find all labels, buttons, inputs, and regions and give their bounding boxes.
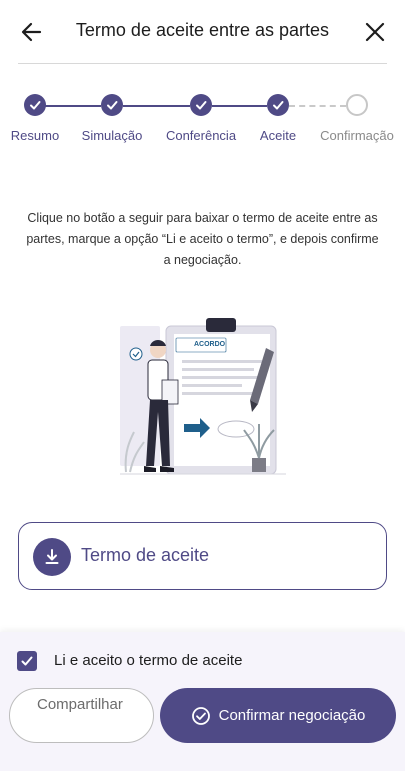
bottom-action-panel: Li e aceito o termo de aceite Compartilh… (0, 632, 405, 771)
step-label-aceite: Aceite (259, 128, 297, 143)
back-button[interactable] (18, 18, 46, 46)
step-resumo-check-icon (24, 94, 46, 116)
step-label-resumo: Resumo (10, 128, 60, 143)
step-connector-pending (289, 105, 346, 107)
confirm-negotiation-label: Confirmar negociação (218, 707, 366, 724)
step-confirmacao-circle-icon (346, 94, 368, 116)
step-label-confirmacao: Confirmação (320, 128, 394, 143)
step-aceite-check-icon (267, 94, 289, 116)
step-connector (212, 105, 267, 107)
step-conferencia-check-icon (190, 94, 212, 116)
step-simulacao-check-icon (101, 94, 123, 116)
header-divider (18, 63, 387, 64)
share-button[interactable]: Compartilhar (9, 688, 154, 743)
agreement-illustration: ACORDO (116, 312, 292, 482)
step-connector (45, 105, 101, 107)
download-icon (33, 538, 71, 576)
document-title: ACORDO (194, 341, 226, 348)
checkmark-icon (21, 656, 33, 666)
step-label-conferencia: Conferência (165, 128, 237, 143)
download-term-button[interactable]: Termo de aceite (18, 522, 387, 590)
progress-stepper: Resumo Simulação Conferência Aceite Conf… (0, 90, 405, 150)
step-connector (123, 105, 190, 107)
header: Termo de aceite entre as partes (0, 0, 405, 64)
check-circle-icon (191, 706, 210, 725)
close-button[interactable] (361, 18, 389, 46)
confirm-negotiation-button[interactable]: Confirmar negociação (160, 688, 396, 743)
accept-terms-label[interactable]: Li e aceito o termo de aceite (54, 652, 242, 669)
step-label-simulacao: Simulação (81, 128, 143, 143)
page-title: Termo de aceite entre as partes (75, 20, 330, 40)
instructions-text: Clique no botão a seguir para baixar o t… (26, 211, 379, 267)
close-icon (365, 22, 385, 42)
accept-terms-checkbox[interactable] (17, 651, 37, 671)
download-term-label: Termo de aceite (81, 545, 210, 565)
arrow-left-icon (21, 22, 42, 42)
